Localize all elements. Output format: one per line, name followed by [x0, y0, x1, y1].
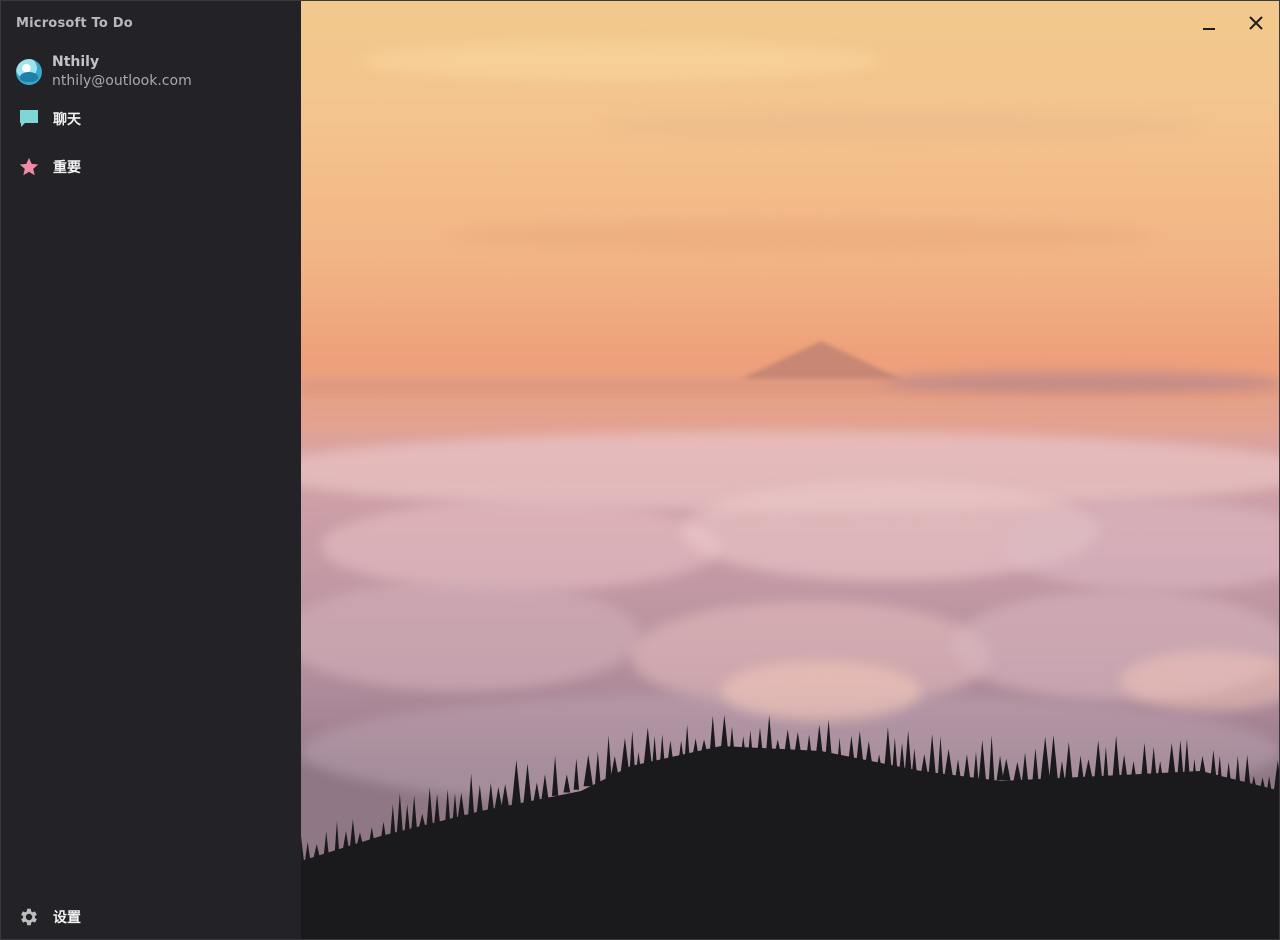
- minimize-icon: [1202, 16, 1216, 35]
- star-icon: [16, 154, 42, 180]
- background-image: [301, 1, 1279, 939]
- account-email: nthily@outlook.com: [52, 73, 192, 89]
- close-button[interactable]: [1242, 11, 1270, 39]
- sidebar-item-label: 聊天: [53, 112, 81, 128]
- account-name: Nthily: [52, 54, 100, 70]
- chat-bubble-icon: [16, 106, 42, 132]
- close-icon: [1248, 15, 1264, 35]
- sidebar-item-label: 设置: [53, 910, 81, 926]
- avatar: [16, 59, 42, 85]
- sidebar-item-settings[interactable]: 设置: [16, 899, 286, 935]
- forest-silhouette: [301, 714, 1279, 939]
- account-info[interactable]: Nthily nthily@outlook.com: [16, 51, 286, 93]
- sidebar-item-label: 重要: [53, 160, 81, 176]
- sidebar: Microsoft To Do Nthily nthily@outlook.co…: [1, 1, 301, 939]
- sidebar-item-important[interactable]: 重要: [16, 149, 286, 185]
- app-window: Microsoft To Do Nthily nthily@outlook.co…: [0, 0, 1280, 940]
- app-title: Microsoft To Do: [16, 16, 133, 31]
- account-text: Nthily nthily@outlook.com: [52, 53, 192, 91]
- sidebar-item-chat[interactable]: 聊天: [16, 101, 286, 137]
- gear-icon: [16, 904, 42, 930]
- minimize-button[interactable]: [1195, 11, 1223, 39]
